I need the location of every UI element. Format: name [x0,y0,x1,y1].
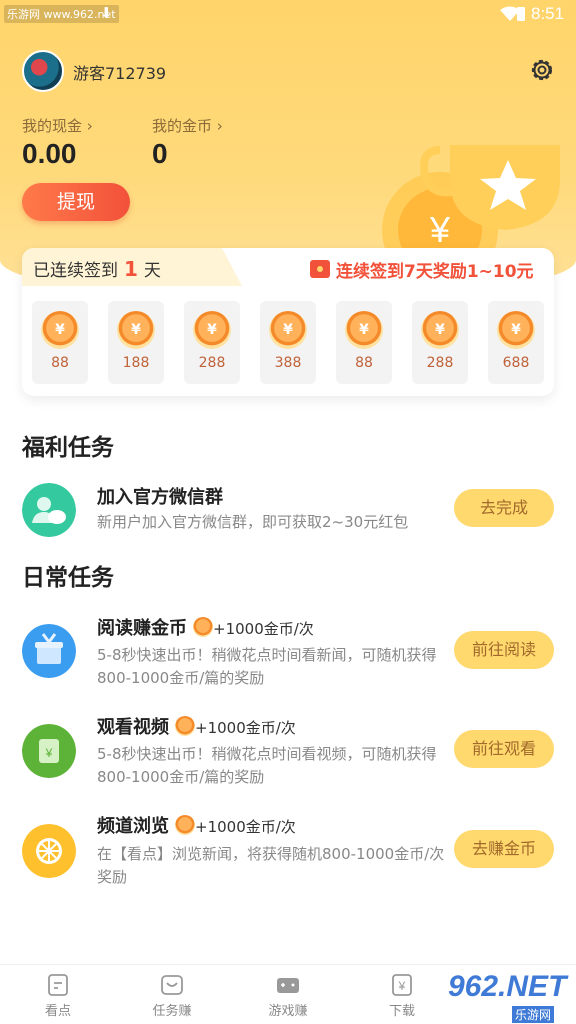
daily-task-title: 阅读赚金币 +1000金币/次 [97,617,314,639]
coin-icon: ¥ [193,311,231,349]
wechat-group-icon [22,483,76,537]
nav-item-games[interactable]: 游戏赚 [248,973,328,1019]
daily-task-desc: 5-8秒快速出币！稍微花点时间看新闻，可随机获得800-1000金币/篇的奖励 [97,646,437,687]
svg-text:¥: ¥ [45,746,53,760]
coin-icon [175,716,195,736]
daily-task-title: 频道浏览 +1000金币/次 [97,815,296,837]
nav-item-download[interactable]: ¥ 下载 [362,973,442,1019]
svg-text:¥: ¥ [429,209,451,250]
signin-day-4[interactable]: ¥388 [260,301,316,384]
day-coin-value: 88 [355,355,373,371]
daily-task-title: 观看视频 +1000金币/次 [97,716,296,738]
withdraw-button[interactable]: 提现 [22,183,130,221]
welfare-task-title: 加入官方微信群 [97,487,223,508]
signin-days: 1 [124,257,138,281]
welfare-section-title: 福利任务 [22,435,114,461]
welfare-task-button[interactable]: 去完成 [454,489,554,527]
video-icon: ¥ [22,724,76,778]
site-logo-watermark: 962.NET 乐游网 [448,970,567,1023]
signin-day-7[interactable]: ¥688 [488,301,544,384]
coin-icon: ¥ [41,311,79,349]
download-icon: ⬇ [100,4,113,22]
day-coin-value: 388 [274,355,302,371]
welfare-task-desc: 新用户加入官方微信群，即可获取2~30元红包 [97,513,409,531]
cash-value: 0.00 [22,138,77,169]
read-button[interactable]: 前往阅读 [454,631,554,669]
nav-item-tasks[interactable]: 任务赚 [132,973,212,1019]
day-coin-value: 688 [502,355,530,371]
username: 游客712739 [73,64,167,83]
coin-icon: ¥ [117,311,155,349]
orange-slice-icon [22,824,76,878]
yuan-icon: ¥ [392,974,412,996]
coin-label[interactable]: 我的金币 › [152,115,223,136]
daily-task-desc: 5-8秒快速出币！稍微花点时间看视频，可随机获得800-1000金币/篇的奖励 [97,745,437,786]
signin-streak: 已连续签到 1 天 [33,257,161,281]
day-coin-value: 288 [198,355,226,371]
battery-icon [517,7,525,21]
clock: 8:51 [531,4,565,23]
cash-label[interactable]: 我的现金 › [22,115,93,136]
day-coin-value: 288 [426,355,454,371]
signin-day-1[interactable]: ¥88 [32,301,88,384]
daily-task-desc: 在【看点】浏览新闻，将获得随机800-1000金币/次奖励 [97,845,445,886]
red-envelope-icon [310,260,330,278]
coin-icon: ¥ [421,311,459,349]
day-coin-value: 188 [122,355,150,371]
signin-day-5[interactable]: ¥88 [336,301,392,384]
avatar[interactable] [22,50,64,92]
gamepad-icon [277,978,299,993]
coin-icon [193,617,213,637]
earn-coins-button[interactable]: 去赚金币 [454,830,554,868]
signin-reward-text: 连续签到7天奖励1~10元 [336,262,534,282]
coin-icon: ¥ [269,311,307,349]
coin-value: 0 [152,138,168,169]
trophy-illustration: ¥ [382,145,560,260]
signin-day-6[interactable]: ¥288 [412,301,468,384]
day-coin-value: 88 [51,355,69,371]
signin-day-2[interactable]: ¥188 [108,301,164,384]
task-icon [161,975,183,995]
svg-text:¥: ¥ [398,979,406,993]
status-bar: 乐游网 www.962.net ⬇ 8:51 [0,0,576,30]
signin-card: 已连续签到 1 天 连续签到7天奖励1~10元 ¥88 ¥188 ¥288 ¥388… [22,248,554,396]
coin-icon: ¥ [345,311,383,349]
watch-button[interactable]: 前往观看 [454,730,554,768]
document-icon [48,974,68,996]
nav-item-kandian[interactable]: 看点 [18,973,98,1019]
signin-day-3[interactable]: ¥288 [184,301,240,384]
coin-icon [175,815,195,835]
gift-box-icon [22,624,76,678]
daily-section-title: 日常任务 [22,565,114,591]
signin-days-row: ¥88 ¥188 ¥288 ¥388 ¥88 ¥288 ¥688 [32,301,544,385]
gear-icon[interactable] [528,56,556,84]
coin-icon: ¥ [497,311,535,349]
